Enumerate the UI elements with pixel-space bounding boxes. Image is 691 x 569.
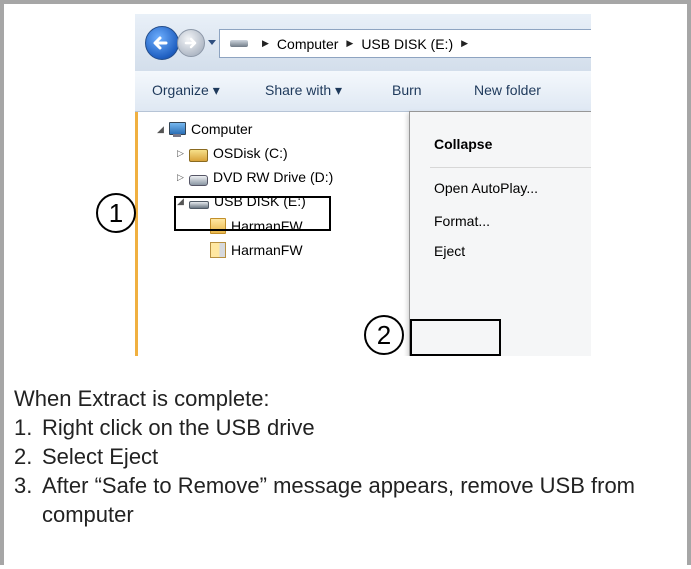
share-with-menu-button[interactable]: Share with ▾: [265, 82, 342, 99]
step-number: 1.: [14, 415, 33, 440]
list-item: 3. After “Safe to Remove” message appear…: [14, 471, 674, 529]
back-button[interactable]: [145, 26, 179, 60]
window-edge: [135, 112, 138, 356]
collapsed-triangle-icon[interactable]: ▷: [177, 172, 189, 183]
eject-highlight-box: [410, 319, 501, 356]
dvd-drive-icon: [189, 174, 208, 186]
menu-item-collapse[interactable]: Collapse: [434, 136, 492, 152]
new-folder-button[interactable]: New folder: [474, 82, 541, 98]
back-arrow-icon: [153, 36, 168, 50]
breadcrumb[interactable]: ▶ Computer ▶ USB DISK (E:) ▶: [219, 29, 591, 58]
callout-2: 2: [364, 315, 404, 355]
zip-folder-icon: [210, 242, 226, 258]
expanded-triangle-icon[interactable]: ◢: [157, 124, 169, 135]
list-item: 2. Select Eject: [14, 442, 674, 471]
breadcrumb-usb-disk[interactable]: USB DISK (E:): [361, 36, 453, 52]
list-item: 1. Right click on the USB drive: [14, 413, 674, 442]
drive-breadcrumb-icon: [230, 40, 248, 47]
callout-1: 1: [96, 193, 136, 233]
forward-arrow-icon: [184, 37, 197, 49]
menu-item-open-autoplay[interactable]: Open AutoPlay...: [434, 180, 538, 196]
explorer-screenshot: ▶ Computer ▶ USB DISK (E:) ▶ Organize ▾ …: [135, 14, 591, 356]
computer-icon: [169, 121, 186, 137]
instructions-heading: When Extract is complete:: [14, 386, 270, 411]
menu-item-format[interactable]: Format...: [434, 213, 490, 229]
collapsed-triangle-icon[interactable]: ▷: [177, 148, 189, 159]
instructions: When Extract is complete: 1. Right click…: [14, 384, 674, 529]
step-text: After “Safe to Remove” message appears, …: [42, 473, 636, 527]
chevron-right-icon[interactable]: ▶: [461, 38, 468, 49]
tree-item-label: DVD RW Drive (D:): [213, 169, 334, 185]
tree-item-harmanfw-zip[interactable]: HarmanFW: [210, 239, 303, 261]
menu-item-eject[interactable]: Eject: [434, 243, 465, 259]
step-text: Select Eject: [42, 444, 159, 469]
tree-item-label: Computer: [191, 121, 253, 137]
burn-button[interactable]: Burn: [392, 82, 422, 98]
usb-disk-highlight-box: [174, 196, 331, 231]
history-dropdown-icon[interactable]: [208, 38, 216, 46]
menu-separator: [430, 167, 591, 168]
chevron-right-icon[interactable]: ▶: [346, 38, 353, 49]
step-number: 2.: [14, 444, 33, 469]
command-bar: Organize ▾ Share with ▾ Burn New folder: [135, 71, 591, 112]
tree-item-computer[interactable]: ◢ Computer: [157, 118, 252, 140]
tree-item-dvd-drive[interactable]: ▷ DVD RW Drive (D:): [177, 166, 333, 188]
tree-item-osdisk[interactable]: ▷ OSDisk (C:): [177, 142, 288, 164]
chevron-right-icon[interactable]: ▶: [262, 38, 269, 49]
step-text: Right click on the USB drive: [42, 415, 315, 440]
forward-button[interactable]: [177, 29, 205, 57]
step-number: 3.: [14, 473, 33, 498]
breadcrumb-computer[interactable]: Computer: [277, 36, 338, 52]
address-bar-area: ▶ Computer ▶ USB DISK (E:) ▶: [135, 14, 591, 71]
tree-item-label: OSDisk (C:): [213, 145, 288, 161]
hard-disk-icon: [189, 148, 208, 162]
tree-item-label: HarmanFW: [231, 242, 303, 258]
organize-menu-button[interactable]: Organize ▾: [152, 82, 220, 99]
